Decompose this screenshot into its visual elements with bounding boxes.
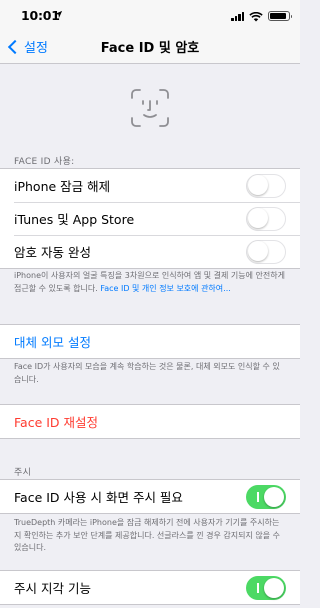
row-require-attention: Face ID 사용 시 화면 주시 필요	[0, 480, 300, 513]
require-attention-group: Face ID 사용 시 화면 주시 필요	[0, 479, 300, 514]
toggle-on-mark	[257, 582, 259, 593]
reset-face-id-label: Face ID 재설정	[14, 415, 99, 430]
toggle-knob	[264, 486, 284, 507]
toggle-knob	[248, 175, 268, 195]
attention-aware-group: 주시 지각 기능	[0, 570, 300, 605]
face-id-footer: iPhone이 사용자의 얼굴 특징을 3차원으로 인식하여 앱 및 결제 기능…	[14, 270, 286, 295]
alternate-appearance-button[interactable]: 대체 외모 설정	[0, 325, 300, 358]
row-password-autofill: 암호 자동 완성	[0, 235, 300, 268]
section-header-attention: 주시	[14, 468, 32, 478]
toggle-itunes-app-store[interactable]	[246, 206, 286, 231]
back-label: 설정	[24, 41, 48, 56]
toggle-iphone-unlock[interactable]	[246, 173, 286, 198]
toggle-knob	[248, 241, 268, 261]
cellular-signal-icon	[231, 11, 244, 21]
alternate-appearance-group: 대체 외모 설정	[0, 324, 300, 359]
status-indicators	[231, 10, 292, 22]
toggle-on-mark	[257, 491, 259, 502]
row-itunes-app-store: iTunes 및 App Store	[0, 202, 300, 235]
location-arrow-icon	[54, 10, 63, 22]
battery-icon	[268, 11, 292, 21]
alternate-appearance-label: 대체 외모 설정	[14, 335, 91, 350]
toggle-knob	[248, 208, 268, 228]
privacy-link[interactable]: Face ID 및 개인 정보 보호에 관하여...	[100, 284, 230, 293]
row-iphone-unlock: iPhone 잠금 해제	[0, 169, 300, 202]
chevron-left-icon	[7, 39, 23, 54]
row-label: iPhone 잠금 해제	[14, 179, 111, 194]
alternate-appearance-footer: Face ID가 사용자의 모습을 계속 학습하는 것은 물론, 대체 외모도 …	[14, 362, 280, 384]
toggle-attention-aware[interactable]	[246, 575, 286, 600]
require-attention-footer: TrueDepth 카메라는 iPhone을 잠금 해제하기 전에 사용자가 기…	[14, 518, 281, 552]
wifi-icon	[249, 7, 263, 26]
toggle-require-attention[interactable]	[246, 484, 286, 509]
section-header-face-id: FACE ID 사용:	[14, 157, 75, 167]
row-label: 암호 자동 완성	[14, 245, 91, 260]
row-attention-aware: 주시 지각 기능	[0, 571, 300, 604]
face-id-icon	[130, 88, 170, 128]
reset-face-id-group: Face ID 재설정	[0, 404, 300, 439]
row-label: iTunes 및 App Store	[14, 212, 135, 227]
face-id-options-group: iPhone 잠금 해제 iTunes 및 App Store 암호 자동 완성	[0, 168, 300, 269]
toggle-knob	[264, 577, 284, 598]
back-button[interactable]: 설정	[7, 37, 48, 56]
row-label: Face ID 사용 시 화면 주시 필요	[14, 490, 183, 505]
row-label: 주시 지각 기능	[14, 581, 91, 596]
reset-face-id-button[interactable]: Face ID 재설정	[0, 405, 300, 438]
toggle-password-autofill[interactable]	[246, 239, 286, 264]
